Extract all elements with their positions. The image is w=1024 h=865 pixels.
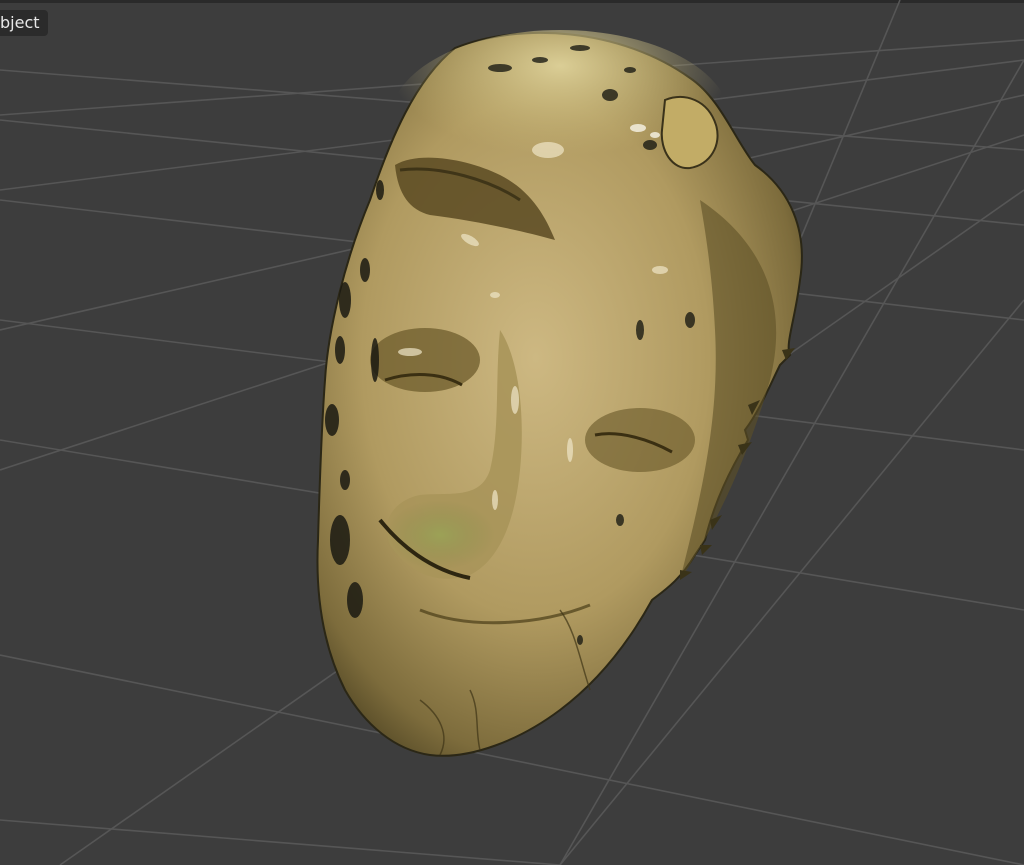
left-eye-socket <box>370 328 480 392</box>
head-model[interactable] <box>0 0 1024 865</box>
3d-viewport[interactable]: bject <box>0 0 1024 865</box>
